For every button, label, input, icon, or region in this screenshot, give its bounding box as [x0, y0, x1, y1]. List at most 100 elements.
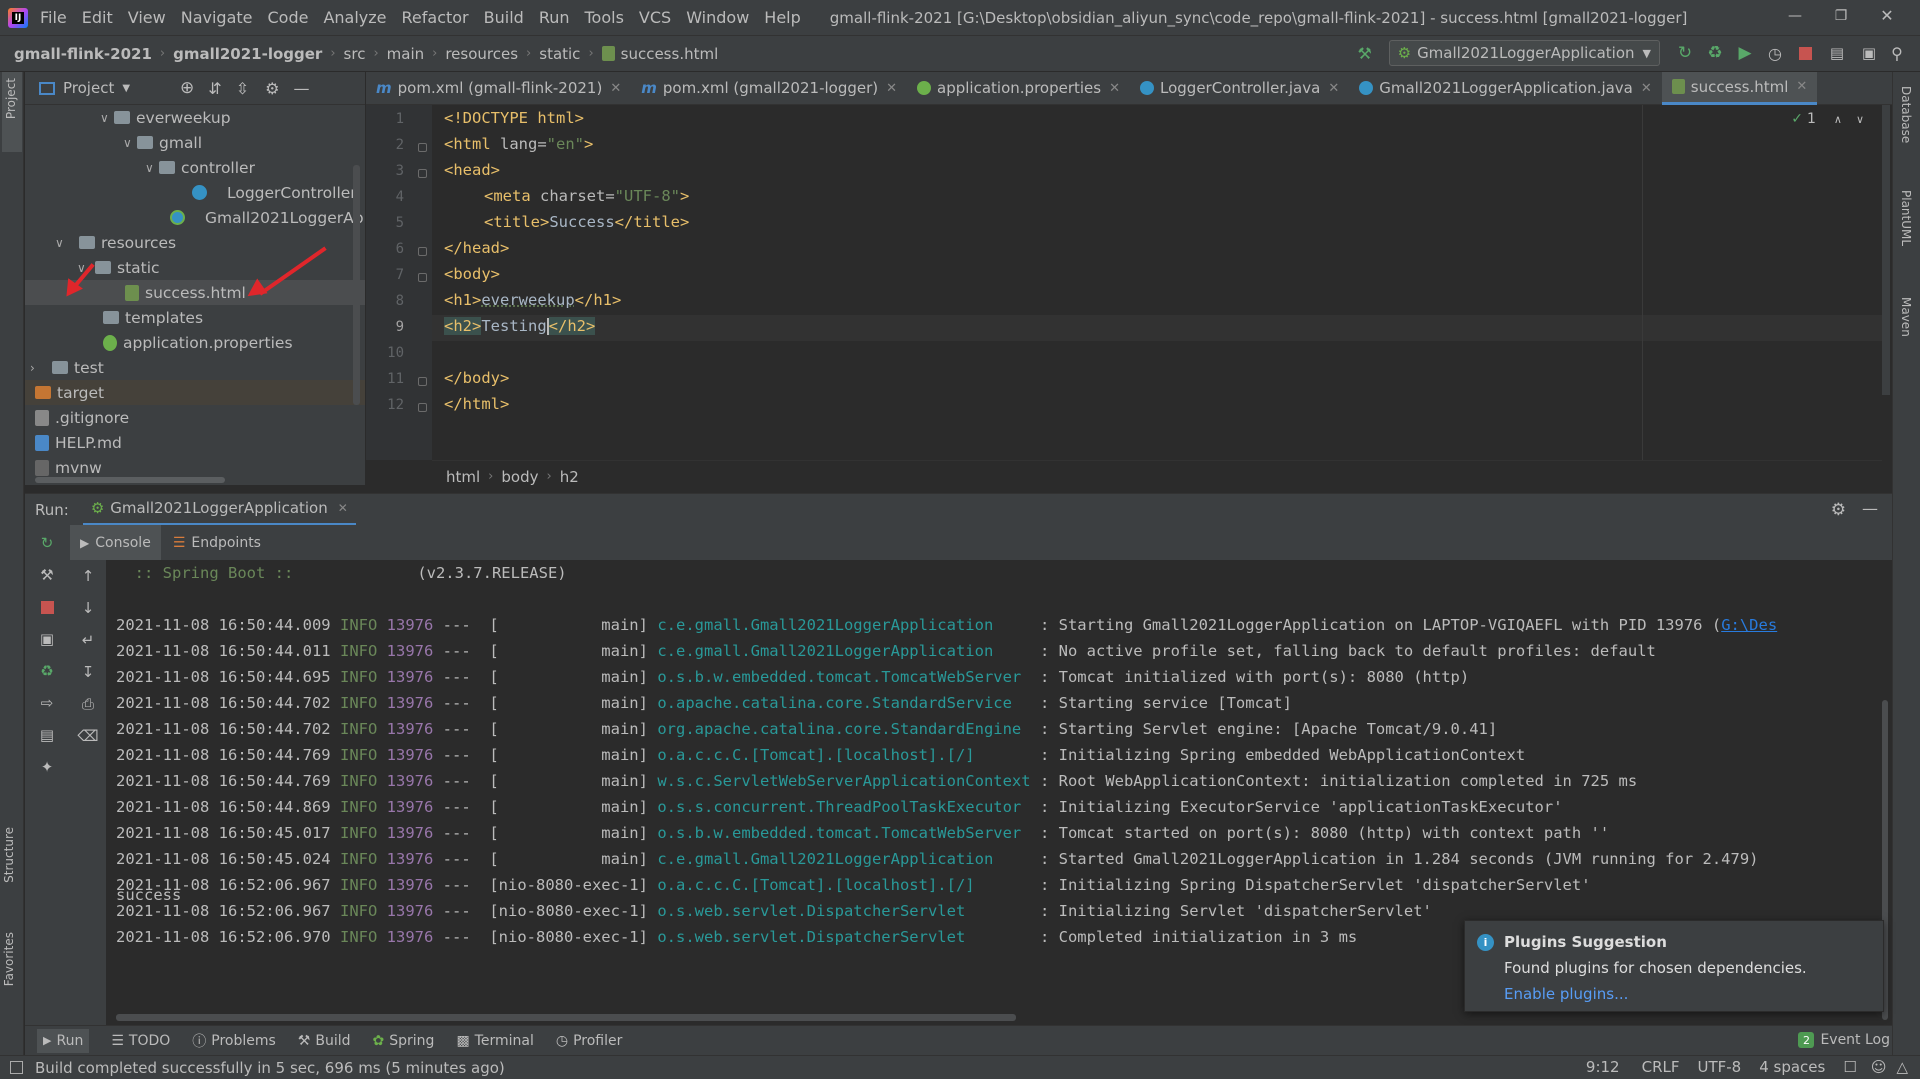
menu-item-analyze[interactable]: Analyze: [323, 8, 386, 27]
editor-tab[interactable]: success.html ✕: [1661, 71, 1818, 105]
chevron-up-icon[interactable]: ∧: [1834, 113, 1842, 126]
gear-icon[interactable]: ⚙: [265, 79, 279, 98]
breadcrumb-body[interactable]: body: [501, 468, 538, 486]
line-separator[interactable]: CRLF: [1642, 1058, 1680, 1076]
rerun-icon[interactable]: ↻: [1670, 43, 1700, 63]
vertical-scrollbar[interactable]: [353, 165, 360, 405]
memory-icon[interactable]: △: [1896, 1058, 1908, 1076]
log-path-link[interactable]: G:\Des: [1721, 616, 1777, 634]
breadcrumb-item[interactable]: gmall-flink-2021: [14, 45, 152, 63]
arrow-up-icon[interactable]: ↑: [78, 566, 98, 586]
hide-icon[interactable]: —: [1862, 499, 1878, 518]
run-tool-button[interactable]: ▶ Run: [37, 1028, 90, 1053]
close-icon[interactable]: ✕: [1328, 81, 1339, 96]
camera-icon[interactable]: ▣: [37, 629, 57, 649]
menu-item-help[interactable]: Help: [764, 8, 800, 27]
editor-scrollbar[interactable]: [1882, 105, 1890, 395]
fold-marker-icon[interactable]: [418, 143, 427, 152]
close-icon[interactable]: ✕: [338, 501, 348, 515]
editor-tab[interactable]: LoggerController.java ✕: [1130, 72, 1349, 105]
scroll-to-end-icon[interactable]: ↧: [78, 662, 98, 682]
chevron-down-icon[interactable]: ∨: [1856, 113, 1864, 126]
menu-item-edit[interactable]: Edit: [82, 8, 113, 27]
tree-node-loggercontroller[interactable]: LoggerController: [192, 180, 357, 205]
stop-icon[interactable]: [37, 597, 57, 617]
terminal-tool-button[interactable]: ▩ Terminal: [456, 1033, 533, 1049]
soft-wrap-icon[interactable]: ↵: [78, 630, 98, 650]
inspection-widget[interactable]: ✓ 1 ∧ ∨: [1791, 111, 1864, 127]
endpoints-tab[interactable]: ☰ Endpoints: [161, 525, 273, 560]
menu-item-refactor[interactable]: Refactor: [402, 8, 469, 27]
pin-icon[interactable]: ✦: [37, 757, 57, 777]
problems-tool-button[interactable]: ⓘ Problems: [192, 1031, 276, 1051]
favorites-tool-button[interactable]: Favorites: [2, 932, 16, 986]
expand-all-icon[interactable]: ⇵: [208, 79, 221, 98]
editor-tab[interactable]: m pom.xml (gmall2021-logger) ✕: [631, 72, 907, 105]
file-encoding[interactable]: UTF-8: [1697, 1058, 1741, 1076]
close-icon[interactable]: ✕: [886, 81, 897, 96]
breadcrumb-item[interactable]: gmall2021-logger: [173, 45, 322, 63]
arrow-down-icon[interactable]: ↓: [78, 598, 98, 618]
editor-tab[interactable]: m pom.xml (gmall-flink-2021) ✕: [366, 72, 631, 105]
spring-tool-button[interactable]: ✿ Spring: [373, 1033, 435, 1049]
breadcrumb-item[interactable]: resources: [445, 45, 518, 63]
close-icon[interactable]: ✕: [1796, 79, 1807, 94]
breadcrumb-item[interactable]: static: [539, 45, 580, 63]
exit-icon[interactable]: ⇨: [37, 693, 57, 713]
fold-marker-icon[interactable]: [418, 169, 427, 178]
project-structure-icon[interactable]: ▤: [1820, 44, 1854, 62]
gear-icon[interactable]: ⚙: [1831, 500, 1846, 520]
layout-icon[interactable]: ▣: [1854, 44, 1884, 62]
breadcrumb-item[interactable]: main: [387, 45, 424, 63]
stop-icon[interactable]: [1790, 46, 1820, 60]
project-view-select[interactable]: Project: [63, 79, 114, 97]
menu-item-vcs[interactable]: VCS: [639, 8, 671, 27]
console-tab[interactable]: ▶ Console: [70, 525, 161, 560]
tree-node-gitignore[interactable]: .gitignore: [35, 405, 129, 430]
project-tool-button[interactable]: Project: [2, 72, 22, 152]
run-config-tab[interactable]: ⚙ Gmall2021LoggerApplication ✕: [82, 494, 356, 526]
code-editor[interactable]: <!DOCTYPE html> <html lang="en"> <head> …: [432, 105, 1890, 460]
search-icon[interactable]: ⚲: [1884, 44, 1910, 63]
close-icon[interactable]: ✕: [1864, 6, 1910, 25]
menu-item-run[interactable]: Run: [539, 8, 570, 27]
inspector-icon[interactable]: ☺: [1871, 1058, 1887, 1076]
menu-item-view[interactable]: View: [128, 8, 166, 27]
menu-item-build[interactable]: Build: [484, 8, 524, 27]
event-log-button[interactable]: 2 Event Log: [1798, 1032, 1890, 1048]
build-tool-button[interactable]: ⚒ Build: [298, 1033, 351, 1049]
tree-node-gmall[interactable]: ∨ gmall: [123, 130, 202, 155]
fold-marker-icon[interactable]: [418, 403, 427, 412]
editor-tab[interactable]: application.properties ✕: [907, 72, 1130, 105]
chevron-right-icon[interactable]: ›: [30, 361, 44, 375]
breadcrumb-item[interactable]: success.html: [621, 45, 719, 63]
chevron-down-icon[interactable]: ▼: [122, 83, 130, 94]
coverage-icon[interactable]: ▶: [1730, 43, 1760, 63]
restore-icon[interactable]: ❐: [1818, 8, 1864, 24]
console-horizontal-scrollbar[interactable]: [116, 1014, 1016, 1021]
fold-marker-icon[interactable]: [418, 377, 427, 386]
lock-icon[interactable]: ☐: [1843, 1058, 1856, 1076]
fold-marker-icon[interactable]: [418, 247, 427, 256]
plantuml-tool-button[interactable]: PlantUML: [1899, 190, 1913, 246]
minimize-icon[interactable]: —: [1772, 8, 1818, 24]
database-tool-button[interactable]: Database: [1899, 86, 1913, 143]
layout-icon[interactable]: ▤: [37, 725, 57, 745]
maven-tool-button[interactable]: Maven: [1899, 297, 1913, 337]
rerun-icon[interactable]: ↻: [37, 533, 57, 553]
close-icon[interactable]: ✕: [1641, 81, 1652, 96]
structure-tool-button[interactable]: Structure: [2, 827, 16, 883]
enable-plugins-link[interactable]: Enable plugins...: [1504, 985, 1883, 1003]
indent-setting[interactable]: 4 spaces: [1759, 1058, 1825, 1076]
breadcrumb-item[interactable]: src: [344, 45, 366, 63]
trash-icon[interactable]: ⌫: [77, 726, 98, 746]
build-hammer-icon[interactable]: ⚒: [1353, 44, 1377, 63]
wrench-icon[interactable]: ⚒: [37, 565, 57, 585]
debug-icon[interactable]: ♻: [1700, 43, 1730, 63]
tree-node-resources[interactable]: ∨ resources: [55, 230, 176, 255]
horizontal-scrollbar[interactable]: [35, 477, 225, 483]
menu-item-navigate[interactable]: Navigate: [181, 8, 253, 27]
breadcrumb-html[interactable]: html: [446, 468, 480, 486]
tree-node-help-md[interactable]: HELP.md: [35, 430, 122, 455]
print-icon[interactable]: ⎙: [78, 694, 98, 714]
